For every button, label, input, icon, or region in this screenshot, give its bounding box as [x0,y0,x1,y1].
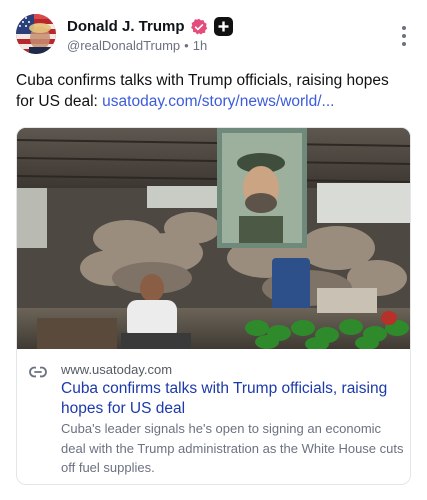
card-description: Cuba's leader signals he's open to signi… [61,421,404,475]
handle-row: @realDonaldTrump • 1h [67,38,207,53]
handle[interactable]: @realDonaldTrump [67,38,180,53]
timestamp[interactable]: 1h [193,38,207,53]
more-options-icon[interactable] [401,26,407,46]
avatar[interactable] [16,14,56,54]
plus-subscription-icon [213,17,233,36]
verified-badge-icon [190,18,208,36]
display-name[interactable]: Donald J. Trump [67,18,185,35]
post: Donald J. Trump @realDonaldTrump • 1h Cu… [0,0,427,500]
post-link[interactable]: usatoday.com/story/news/world/... [102,93,334,110]
card-image[interactable] [17,128,410,351]
post-header: Donald J. Trump @realDonaldTrump • 1h [16,14,411,58]
name-row: Donald J. Trump [67,17,233,36]
card-domain: www.usatoday.com [61,362,173,377]
link-chain-icon [29,365,47,378]
post-text: Cuba confirms talks with Trump officials… [16,70,411,112]
card-title[interactable]: Cuba confirms talks with Trump officials… [61,379,403,419]
link-preview-card[interactable]: www.usatoday.com Cuba confirms talks wit… [16,127,411,485]
card-body: www.usatoday.com Cuba confirms talks wit… [17,349,410,475]
separator-dot: • [184,38,189,53]
